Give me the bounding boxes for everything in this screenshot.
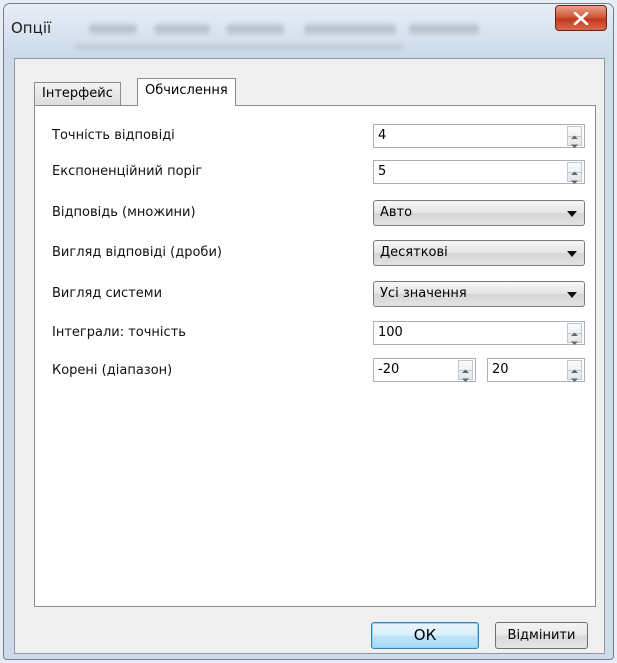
precision-spin-arrows[interactable]	[567, 126, 582, 148]
close-icon	[573, 12, 589, 25]
precision-spinner[interactable]: 4	[373, 124, 585, 148]
roots-min-spinner[interactable]: -20	[373, 358, 476, 382]
integral-precision-label: Інтеграли: точність	[52, 325, 186, 340]
roots-max-spinner[interactable]: 20	[487, 358, 585, 382]
roots-min-spin-arrows[interactable]	[458, 360, 473, 382]
blurred-background	[154, 24, 210, 34]
answer-sets-value: Авто	[380, 205, 413, 220]
roots-max-spin-arrows[interactable]	[567, 360, 582, 382]
cancel-button[interactable]: Відмінити	[495, 622, 588, 649]
window-title: Опції	[11, 19, 52, 37]
answer-sets-dropdown[interactable]: Авто	[373, 200, 585, 226]
close-button[interactable]	[555, 5, 607, 31]
tab-calculation[interactable]: Обчислення	[137, 78, 236, 106]
blurred-background	[226, 24, 284, 34]
blurred-background	[74, 44, 404, 50]
answer-fractions-value: Десяткові	[380, 245, 448, 260]
answer-sets-label: Відповідь (множини)	[52, 205, 196, 220]
integral-precision-value: 100	[378, 325, 403, 340]
answer-fractions-dropdown[interactable]: Десяткові	[373, 240, 585, 266]
spin-down-icon[interactable]	[568, 333, 581, 345]
answer-fractions-label: Вигляд відповіді (дроби)	[52, 245, 222, 260]
precision-value: 4	[378, 128, 387, 143]
blurred-background	[304, 24, 396, 34]
precision-label: Точність відповіді	[52, 128, 175, 143]
exp-threshold-value: 5	[378, 164, 387, 179]
exp-threshold-spin-arrows[interactable]	[567, 162, 582, 184]
dialog-client-area: Інтерфейс Обчислення Точність відповіді …	[14, 58, 605, 654]
integral-precision-spinner[interactable]: 100	[373, 321, 585, 345]
exp-threshold-label: Експоненційний поріг	[52, 164, 203, 179]
tab-panel-calculation: Точність відповіді 4 Експоненційний порі…	[34, 105, 596, 607]
exp-threshold-spinner[interactable]: 5	[373, 160, 585, 184]
chevron-down-icon	[567, 292, 577, 298]
system-view-value: Усі значення	[380, 286, 467, 301]
chevron-down-icon	[567, 251, 577, 257]
options-dialog: Опції Інтерфейс Обчислення Точність відп…	[3, 3, 614, 660]
chevron-down-icon	[567, 211, 577, 217]
system-view-dropdown[interactable]: Усі значення	[373, 281, 585, 307]
roots-max-value: 20	[492, 362, 509, 377]
title-bar[interactable]: Опції	[4, 4, 613, 58]
roots-range-label: Корені (діапазон)	[52, 363, 173, 378]
ok-button[interactable]: ОК	[371, 622, 479, 649]
roots-min-value: -20	[378, 362, 400, 377]
integral-precision-spin-arrows[interactable]	[567, 323, 582, 345]
blurred-background	[89, 24, 137, 34]
spin-down-icon[interactable]	[568, 370, 581, 382]
spin-down-icon[interactable]	[459, 370, 472, 382]
spin-down-icon[interactable]	[568, 172, 581, 184]
spin-down-icon[interactable]	[568, 136, 581, 148]
system-view-label: Вигляд системи	[52, 286, 163, 301]
tab-interface[interactable]: Інтерфейс	[34, 82, 121, 105]
blurred-background	[409, 24, 479, 34]
